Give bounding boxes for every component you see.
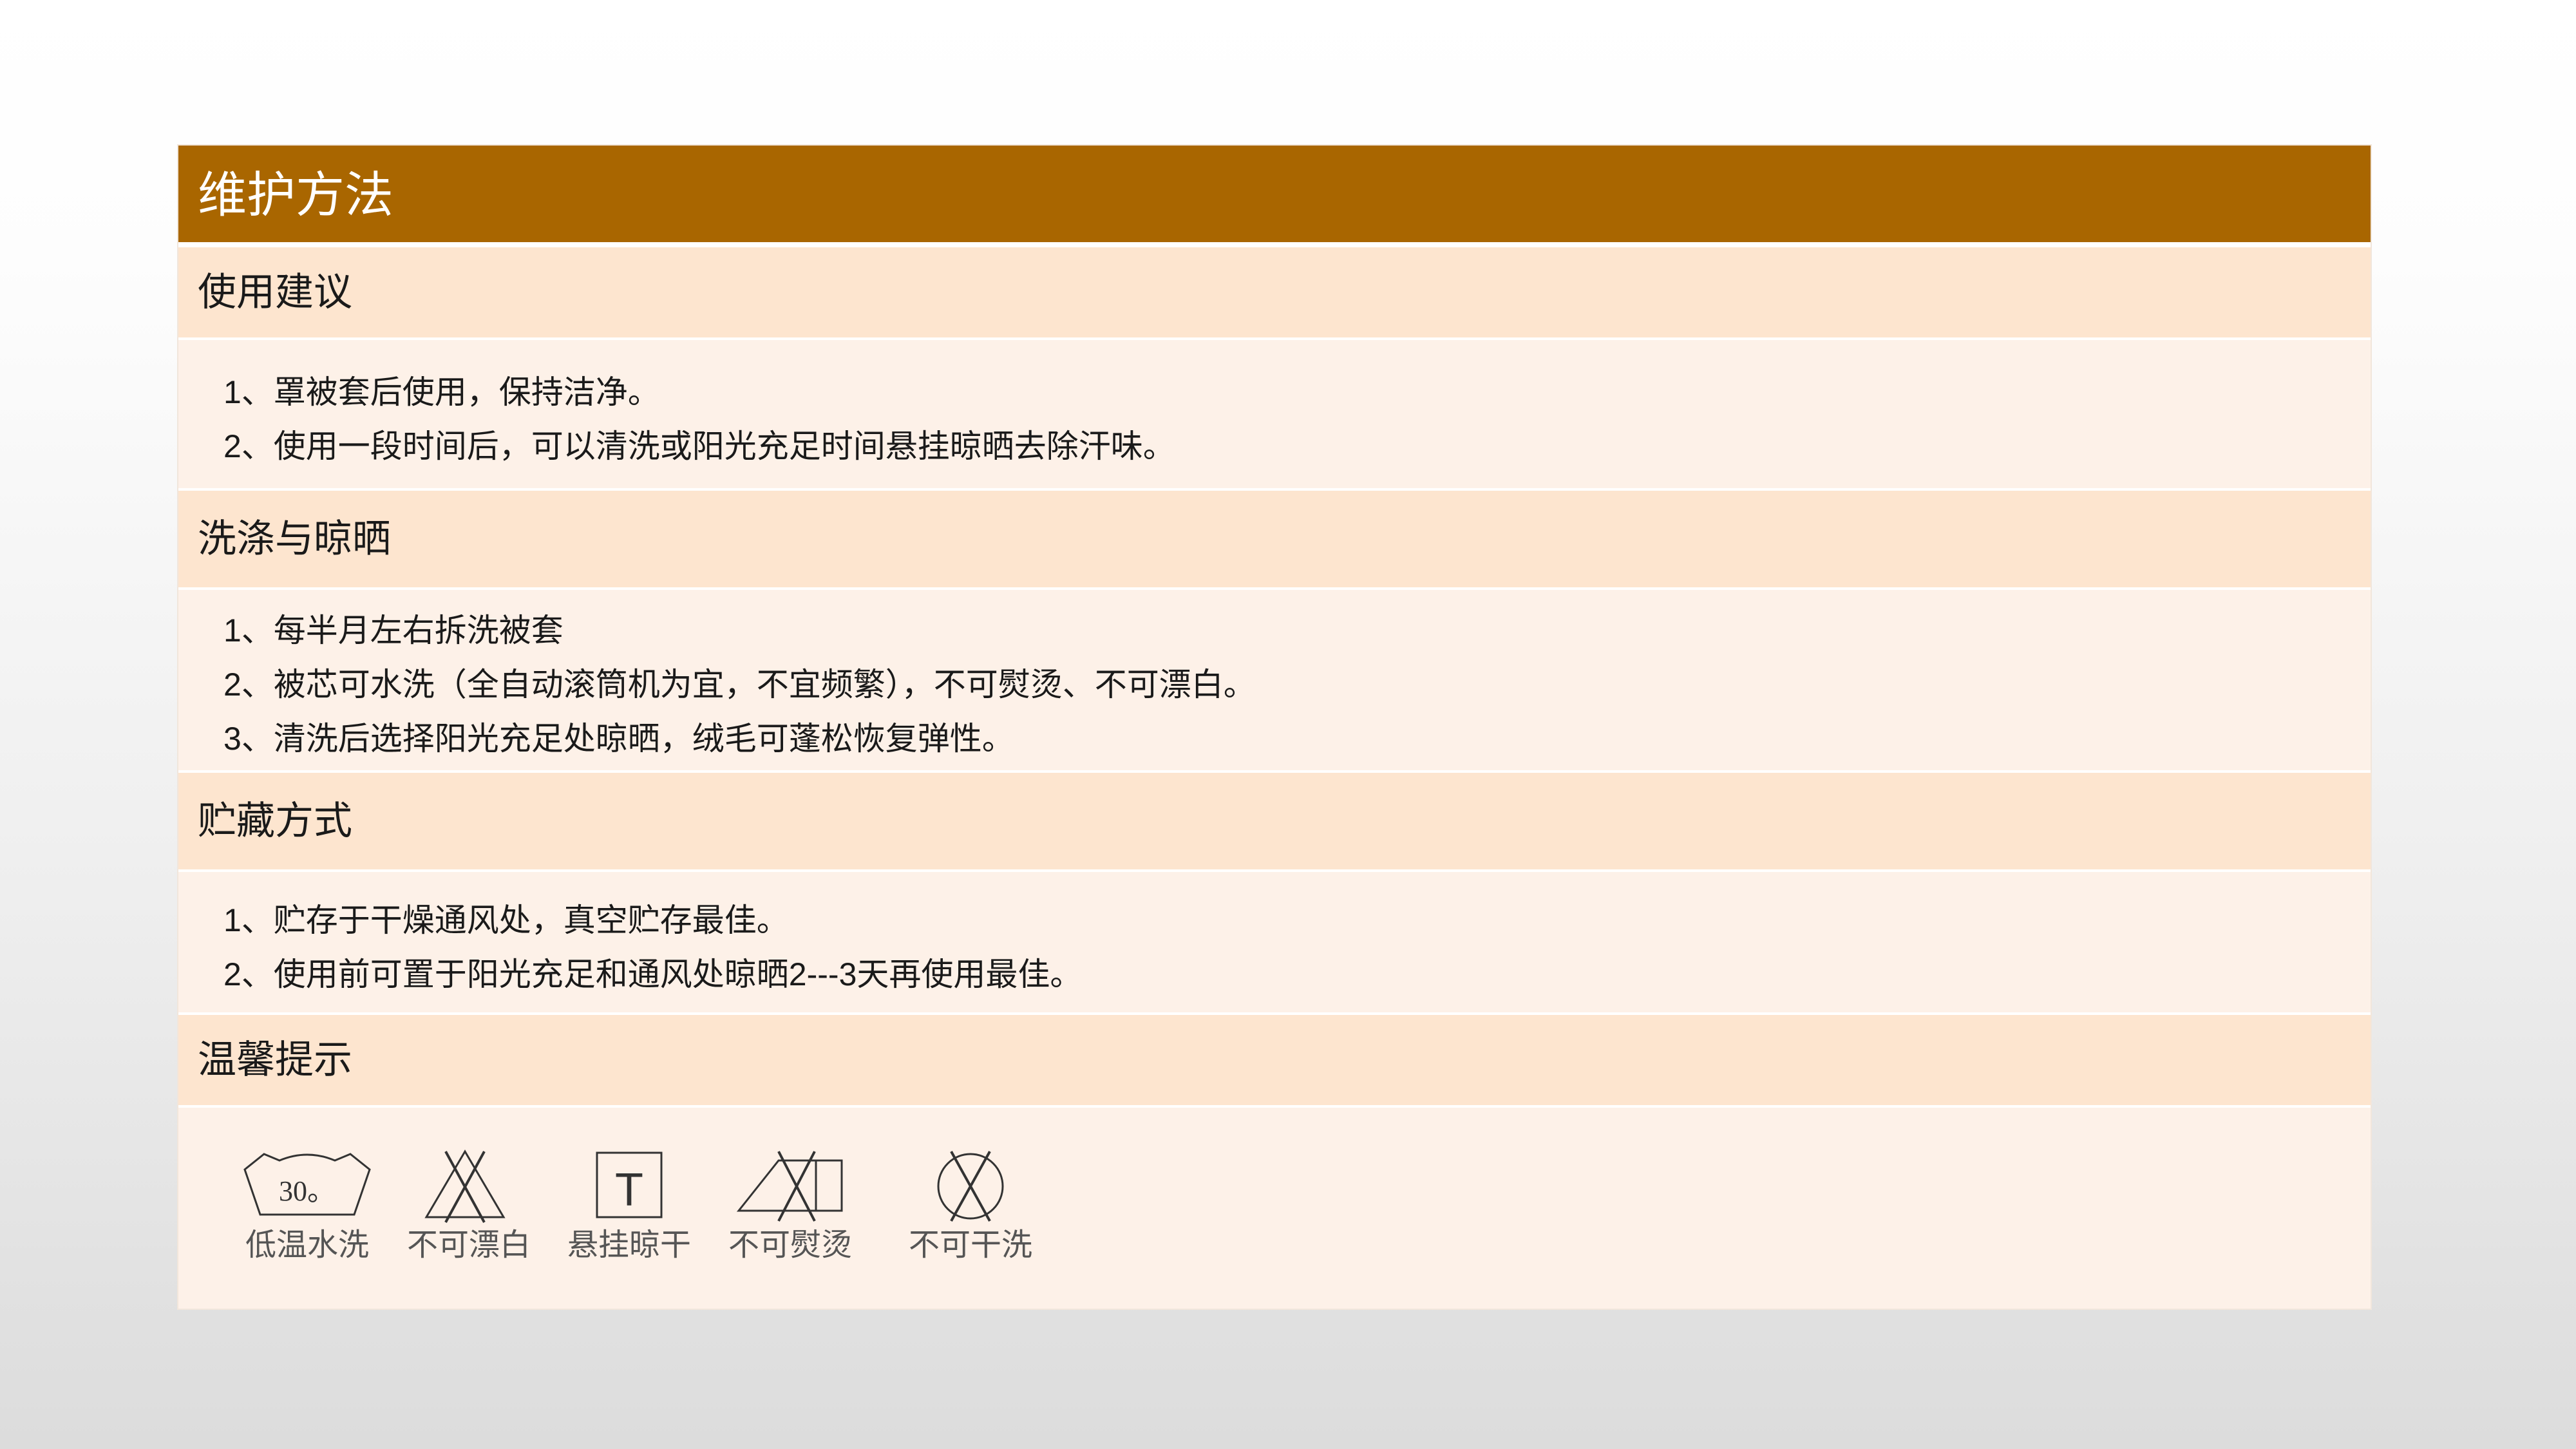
title-bar: 维护方法 <box>178 146 2371 242</box>
section-body-tips: 30。 低温水洗 不可漂白 T 悬挂晾干 不可熨烫 不可干洗 <box>178 1108 2371 1309</box>
hang-dry-icon: T <box>596 1151 663 1218</box>
section-header-usage: 使用建议 <box>178 247 2371 337</box>
no-bleach-icon <box>424 1150 506 1223</box>
care-instructions-card: 维护方法 使用建议 1、罩被套后使用，保持洁净。 2、使用一段时间后，可以清洗或… <box>177 144 2372 1310</box>
section-heading: 洗涤与晾晒 <box>198 517 391 560</box>
care-symbol-label: 低温水洗 <box>245 1228 369 1262</box>
care-symbol-no-bleach: 不可漂白 <box>407 1146 531 1261</box>
section-body-usage: 1、罩被套后使用，保持洁净。 2、使用一段时间后，可以清洗或阳光充足时间悬挂晾晒… <box>178 340 2371 488</box>
section-body-storage: 1、贮存于干燥通风处，真空贮存最佳。 2、使用前可置于阳光充足和通风处晾晒2--… <box>178 872 2371 1012</box>
section-heading: 贮藏方式 <box>198 799 352 842</box>
care-symbol-hang-dry: T 悬挂晾干 <box>565 1146 694 1261</box>
wash-temp-label: 30。 <box>279 1175 336 1207</box>
care-symbol-label: 不可干洗 <box>908 1228 1032 1262</box>
list-item: 3、清洗后选择阳光充足处晾晒，绒毛可蓬松恢复弹性。 <box>223 721 1014 757</box>
list-item: 2、使用前可置于阳光充足和通风处晾晒2---3天再使用最佳。 <box>223 956 1083 992</box>
care-symbol-label: 不可漂白 <box>407 1228 531 1262</box>
section-header-washing: 洗涤与晾晒 <box>178 491 2371 587</box>
no-dry-clean-icon <box>937 1151 1004 1222</box>
page-title: 维护方法 <box>198 168 393 223</box>
list-item: 2、被芯可水洗（全自动滚筒机为宜，不宜频繁），不可熨烫、不可漂白。 <box>223 667 1256 703</box>
care-symbol-label: 不可熨烫 <box>728 1228 852 1262</box>
hang-dry-mark: T <box>615 1164 643 1216</box>
no-iron-icon <box>736 1151 843 1222</box>
section-header-tips: 温馨提示 <box>178 1015 2371 1105</box>
section-heading: 使用建议 <box>198 270 352 314</box>
wash-30-icon: 30。 <box>243 1153 371 1216</box>
care-symbol-low-temp-wash: 30。 低温水洗 <box>240 1153 375 1261</box>
list-item: 1、罩被套后使用，保持洁净。 <box>223 374 660 410</box>
care-symbol-label: 悬挂晾干 <box>567 1228 691 1262</box>
section-header-storage: 贮藏方式 <box>178 773 2371 869</box>
care-symbol-no-iron: 不可熨烫 <box>726 1146 855 1261</box>
list-item: 1、每半月左右拆洗被套 <box>223 612 564 649</box>
list-item: 1、贮存于干燥通风处，真空贮存最佳。 <box>223 902 789 938</box>
care-symbol-no-dry-clean: 不可干洗 <box>906 1146 1035 1261</box>
section-heading: 温馨提示 <box>198 1038 352 1081</box>
section-body-washing: 1、每半月左右拆洗被套 2、被芯可水洗（全自动滚筒机为宜，不宜频繁），不可熨烫、… <box>178 590 2371 770</box>
list-item: 2、使用一段时间后，可以清洗或阳光充足时间悬挂晾晒去除汗味。 <box>223 428 1175 464</box>
